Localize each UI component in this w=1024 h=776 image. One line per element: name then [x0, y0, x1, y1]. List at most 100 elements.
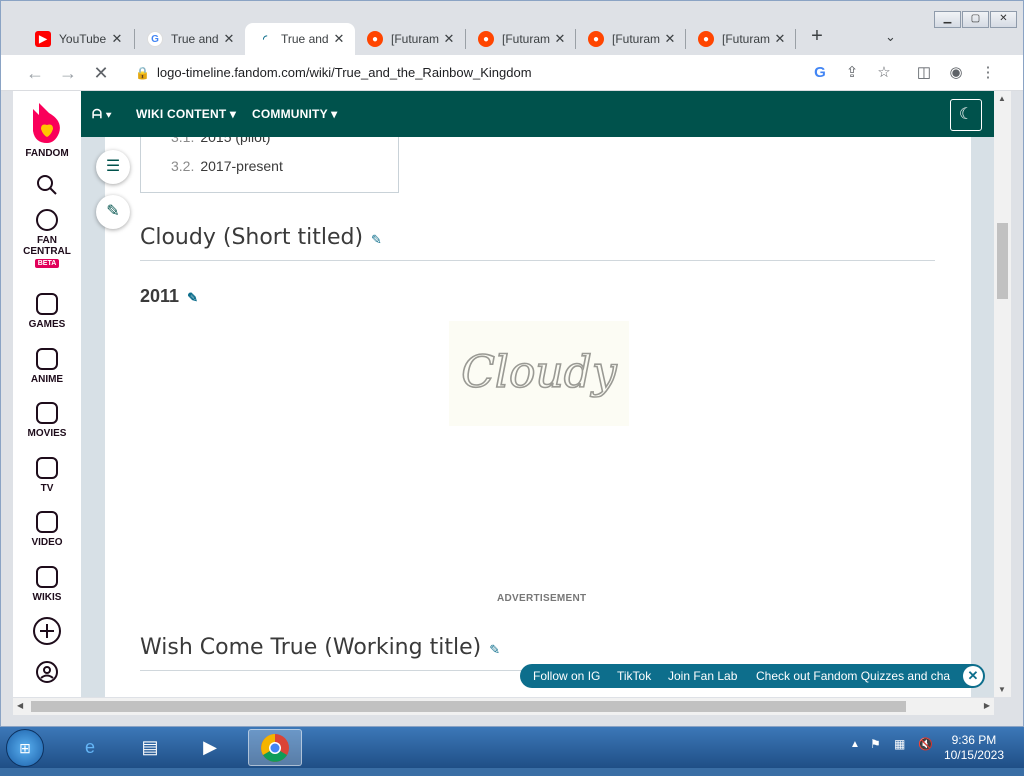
tab-strip: ▶ YouTube ✕ G True and ✕ ◜ True and ✕ ● … [1, 1, 1023, 55]
reddit-icon: ● [588, 31, 604, 47]
menu-icon[interactable]: ⋮ [977, 62, 999, 84]
video-button[interactable]: VIDEO [13, 511, 81, 548]
search-icon [37, 175, 57, 195]
scroll-thumb[interactable] [997, 223, 1008, 299]
heading-divider [140, 260, 935, 261]
search-button[interactable] [13, 173, 81, 200]
close-icon[interactable]: ✕ [221, 31, 237, 47]
chrome-taskbar-icon[interactable] [248, 729, 302, 766]
fandom-logo[interactable]: FANDOM [13, 99, 81, 159]
clock[interactable]: 9:36 PM 10/15/2023 [944, 733, 1004, 763]
media-player-icon[interactable]: ▶ [183, 729, 237, 766]
scroll-thumb[interactable] [31, 701, 906, 712]
fan-lab-link[interactable]: Join Fan Lab [668, 669, 737, 683]
internet-explorer-icon[interactable]: e [63, 729, 117, 766]
wiki-content-menu[interactable]: WIKI CONTENT ▾ [136, 107, 236, 121]
toc-item[interactable]: 3.2. 2017-present [171, 158, 283, 174]
google-icon: G [147, 31, 163, 47]
taskbar: ⊞ e ▤ ▶ ▲ ⚑ ▦ 🔇 9:36 PM 10/15/2023 [0, 727, 1024, 768]
anime-face-icon [36, 348, 58, 370]
subsection-heading-2011: 2011 ✎ [140, 286, 198, 307]
games-label: GAMES [28, 319, 66, 330]
anime-button[interactable]: ANIME [13, 348, 81, 385]
address-bar[interactable]: 🔒 logo-timeline.fandom.com/wiki/True_and… [125, 59, 905, 87]
tab-active-fandom[interactable]: ◜ True and ✕ [245, 23, 355, 55]
tab-title: [Futuram [612, 32, 661, 46]
article-page: 3.1. 2015 (pilot) 3.2. 2017-present Cloudy… [105, 129, 971, 697]
share-icon[interactable]: ⇪ [841, 62, 863, 84]
account-button[interactable] [13, 660, 81, 687]
forward-button[interactable]: → [56, 61, 80, 85]
tab-reddit-4[interactable]: ● [Futuram ✕ [686, 23, 796, 55]
back-button[interactable]: ← [23, 61, 47, 85]
tv-label: TV [40, 483, 54, 494]
wiki-home-icon[interactable]: ᗩ ▾ [92, 107, 112, 122]
window-controls: ▁ ▢ ✕ [933, 11, 1017, 28]
tab-search-icon[interactable]: ⌄ [885, 29, 896, 45]
action-center-icon[interactable]: ⚑ [870, 737, 881, 751]
tab-google[interactable]: G True and ✕ [135, 23, 245, 55]
create-button[interactable] [13, 616, 81, 649]
new-tab-button[interactable]: + [807, 26, 827, 46]
rocket-icon [36, 209, 58, 231]
show-hidden-icons[interactable]: ▲ [850, 739, 860, 750]
bookmark-star-icon[interactable]: ☆ [873, 62, 895, 84]
side-panel-icon[interactable]: ◫ [913, 62, 935, 84]
tab-title: True and [171, 32, 219, 46]
play-icon [36, 511, 58, 533]
edit-pencil-icon[interactable]: ✎ [371, 233, 382, 248]
start-button[interactable]: ⊞ [6, 729, 44, 767]
network-icon[interactable]: ▦ [894, 737, 905, 751]
wikis-label: WIKIS [32, 592, 62, 603]
wikis-button[interactable]: WIKIS [13, 566, 81, 603]
tab-reddit-3[interactable]: ● [Futuram ✕ [576, 23, 686, 55]
quizzes-link[interactable]: Check out Fandom Quizzes and cha [756, 669, 956, 683]
profile-icon[interactable]: ◉ [945, 62, 967, 84]
fan-central-button[interactable]: FAN CENTRAL BETA [13, 209, 81, 268]
close-icon[interactable]: ✕ [963, 666, 983, 686]
cloudy-logo-image[interactable]: Cloudy [449, 321, 629, 426]
follow-ig-link[interactable]: Follow on IG [533, 669, 600, 683]
tv-button[interactable]: TV [13, 457, 81, 494]
close-icon[interactable]: ✕ [441, 31, 457, 47]
file-explorer-icon[interactable]: ▤ [123, 729, 177, 766]
clapperboard-icon [36, 402, 58, 424]
close-window-button[interactable]: ✕ [990, 11, 1017, 28]
movies-button[interactable]: MOVIES [13, 402, 81, 439]
volume-muted-icon[interactable]: 🔇 [918, 737, 933, 751]
stop-loading-button[interactable]: ✕ [89, 61, 113, 85]
community-menu[interactable]: COMMUNITY ▾ [252, 107, 337, 121]
controller-icon [36, 293, 58, 315]
book-icon [36, 566, 58, 588]
horizontal-scrollbar[interactable]: ◀ ▶ [13, 698, 994, 715]
system-tray: ▲ ⚑ ▦ 🔇 9:36 PM 10/15/2023 [834, 727, 1024, 768]
dark-mode-toggle[interactable]: ☾ [950, 99, 982, 131]
edit-pencil-icon[interactable]: ✎ [187, 290, 198, 305]
heading-text: 2011 [140, 286, 180, 306]
close-icon[interactable]: ✕ [552, 31, 568, 47]
close-icon[interactable]: ✕ [109, 31, 125, 47]
google-lens-icon[interactable]: G [809, 62, 831, 84]
tiktok-link[interactable]: TikTok [617, 669, 651, 683]
toc-toggle-button[interactable]: ☰ [96, 150, 130, 184]
edit-page-button[interactable]: ✎ [96, 195, 130, 229]
vertical-scrollbar[interactable]: ▲ ▼ [994, 91, 1011, 697]
edit-pencil-icon[interactable]: ✎ [489, 643, 500, 658]
close-icon[interactable]: ✕ [662, 31, 678, 47]
movies-label: MOVIES [27, 428, 67, 439]
moon-icon: ☾ [958, 106, 974, 123]
maximize-button[interactable]: ▢ [962, 11, 989, 28]
close-icon[interactable]: ✕ [331, 31, 347, 47]
close-icon[interactable]: ✕ [772, 31, 788, 47]
table-of-contents: 3.1. 2015 (pilot) 3.2. 2017-present [140, 129, 399, 193]
anime-label: ANIME [30, 374, 64, 385]
fan-central-label-1: FAN [37, 235, 57, 246]
reddit-icon: ● [367, 31, 383, 47]
tab-reddit-2[interactable]: ● [Futuram ✕ [466, 23, 576, 55]
clock-date: 10/15/2023 [943, 748, 1004, 762]
minimize-button[interactable]: ▁ [934, 11, 961, 28]
advertisement-label: ADVERTISEMENT [497, 593, 587, 604]
tab-youtube[interactable]: ▶ YouTube ✕ [23, 23, 133, 55]
tab-reddit-1[interactable]: ● [Futuram ✕ [355, 23, 465, 55]
games-button[interactable]: GAMES [13, 293, 81, 330]
